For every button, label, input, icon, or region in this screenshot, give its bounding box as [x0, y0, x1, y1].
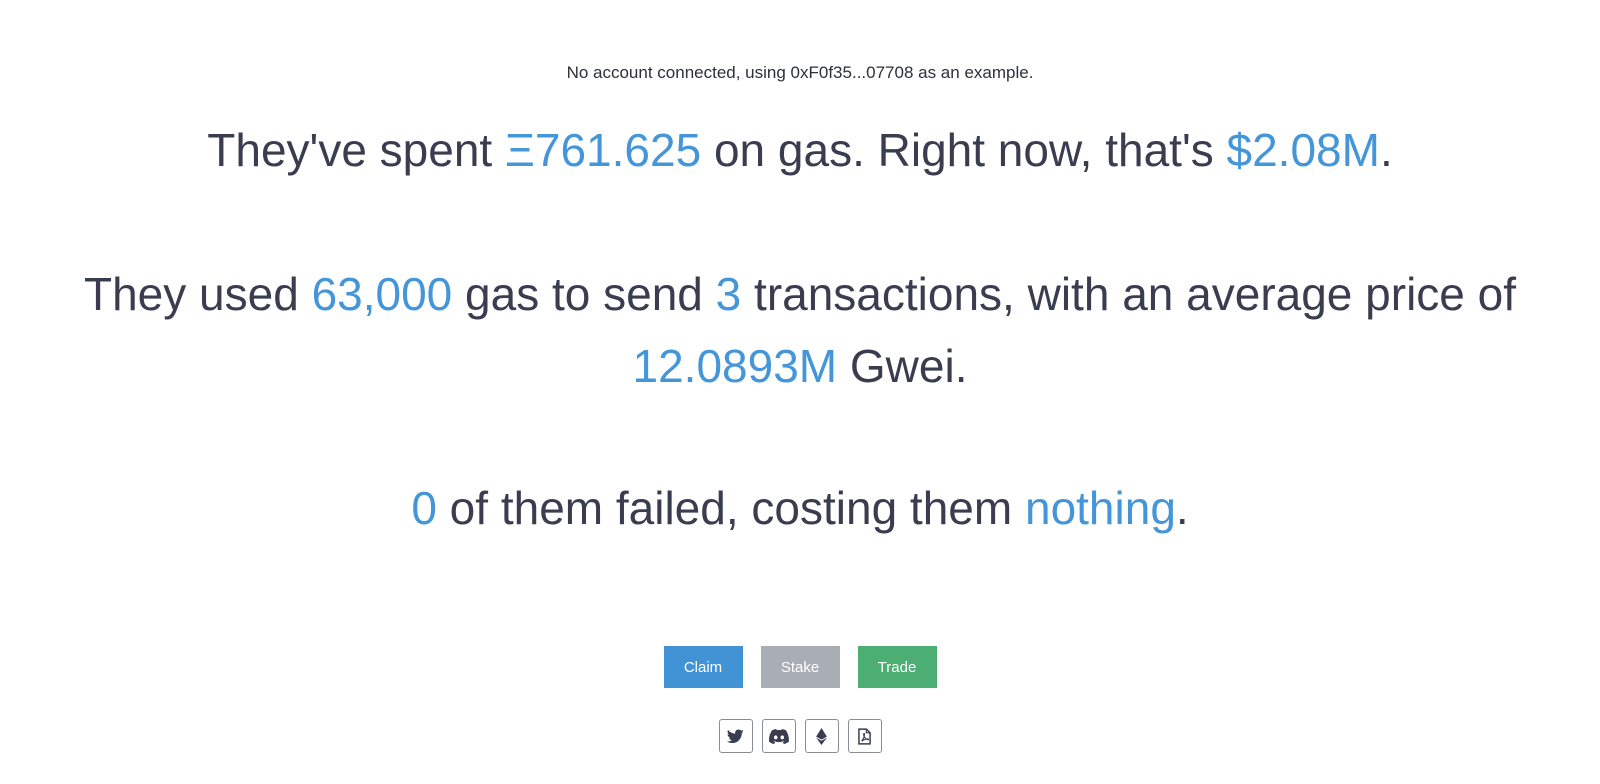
spent-prefix: They've spent [207, 124, 505, 176]
failed-count-value: 0 [411, 482, 437, 534]
gas-prefix: They used [83, 268, 312, 320]
eth-spent-value: Ξ761.625 [505, 124, 702, 176]
avg-price-line: 12.0893M Gwei. [0, 330, 1600, 402]
claim-button[interactable]: Claim [663, 646, 743, 688]
social-links [0, 719, 1600, 753]
failed-middle: of them failed, costing them [436, 482, 1025, 534]
discord-link[interactable] [761, 719, 796, 753]
failed-summary-line: 0 of them failed, costing them nothing. [0, 472, 1600, 544]
gas-suffix: transactions, with an average price of [741, 268, 1517, 320]
twitter-icon [727, 728, 744, 743]
stake-button[interactable]: Stake [760, 646, 840, 688]
avg-price-value: 12.0893M [632, 340, 838, 392]
twitter-link[interactable] [718, 719, 753, 753]
failed-suffix: . [1175, 482, 1189, 534]
tx-count-value: 3 [715, 268, 742, 320]
spent-summary-line: They've spent Ξ761.625 on gas. Right now… [0, 114, 1600, 186]
usd-value: $2.08M [1226, 124, 1380, 176]
failed-cost-value: nothing [1024, 482, 1176, 534]
action-buttons: Claim Stake Trade [0, 646, 1600, 688]
gas-summary-line: They used 63,000 gas to send 3 transacti… [0, 258, 1600, 330]
account-notice: No account connected, using 0xF0f35...07… [566, 63, 1034, 82]
pdf-link[interactable] [847, 719, 882, 753]
spent-middle: on gas. Right now, that's [701, 124, 1227, 176]
gas-middle: gas to send [452, 268, 716, 320]
trade-button[interactable]: Trade [857, 646, 937, 688]
ethereum-icon [816, 727, 827, 745]
pdf-file-icon [858, 727, 871, 745]
discord-icon [768, 728, 789, 744]
ethereum-link[interactable] [804, 719, 839, 753]
avg-price-unit: Gwei. [837, 340, 968, 392]
gas-used-value: 63,000 [311, 268, 453, 320]
spent-suffix: . [1379, 124, 1393, 176]
